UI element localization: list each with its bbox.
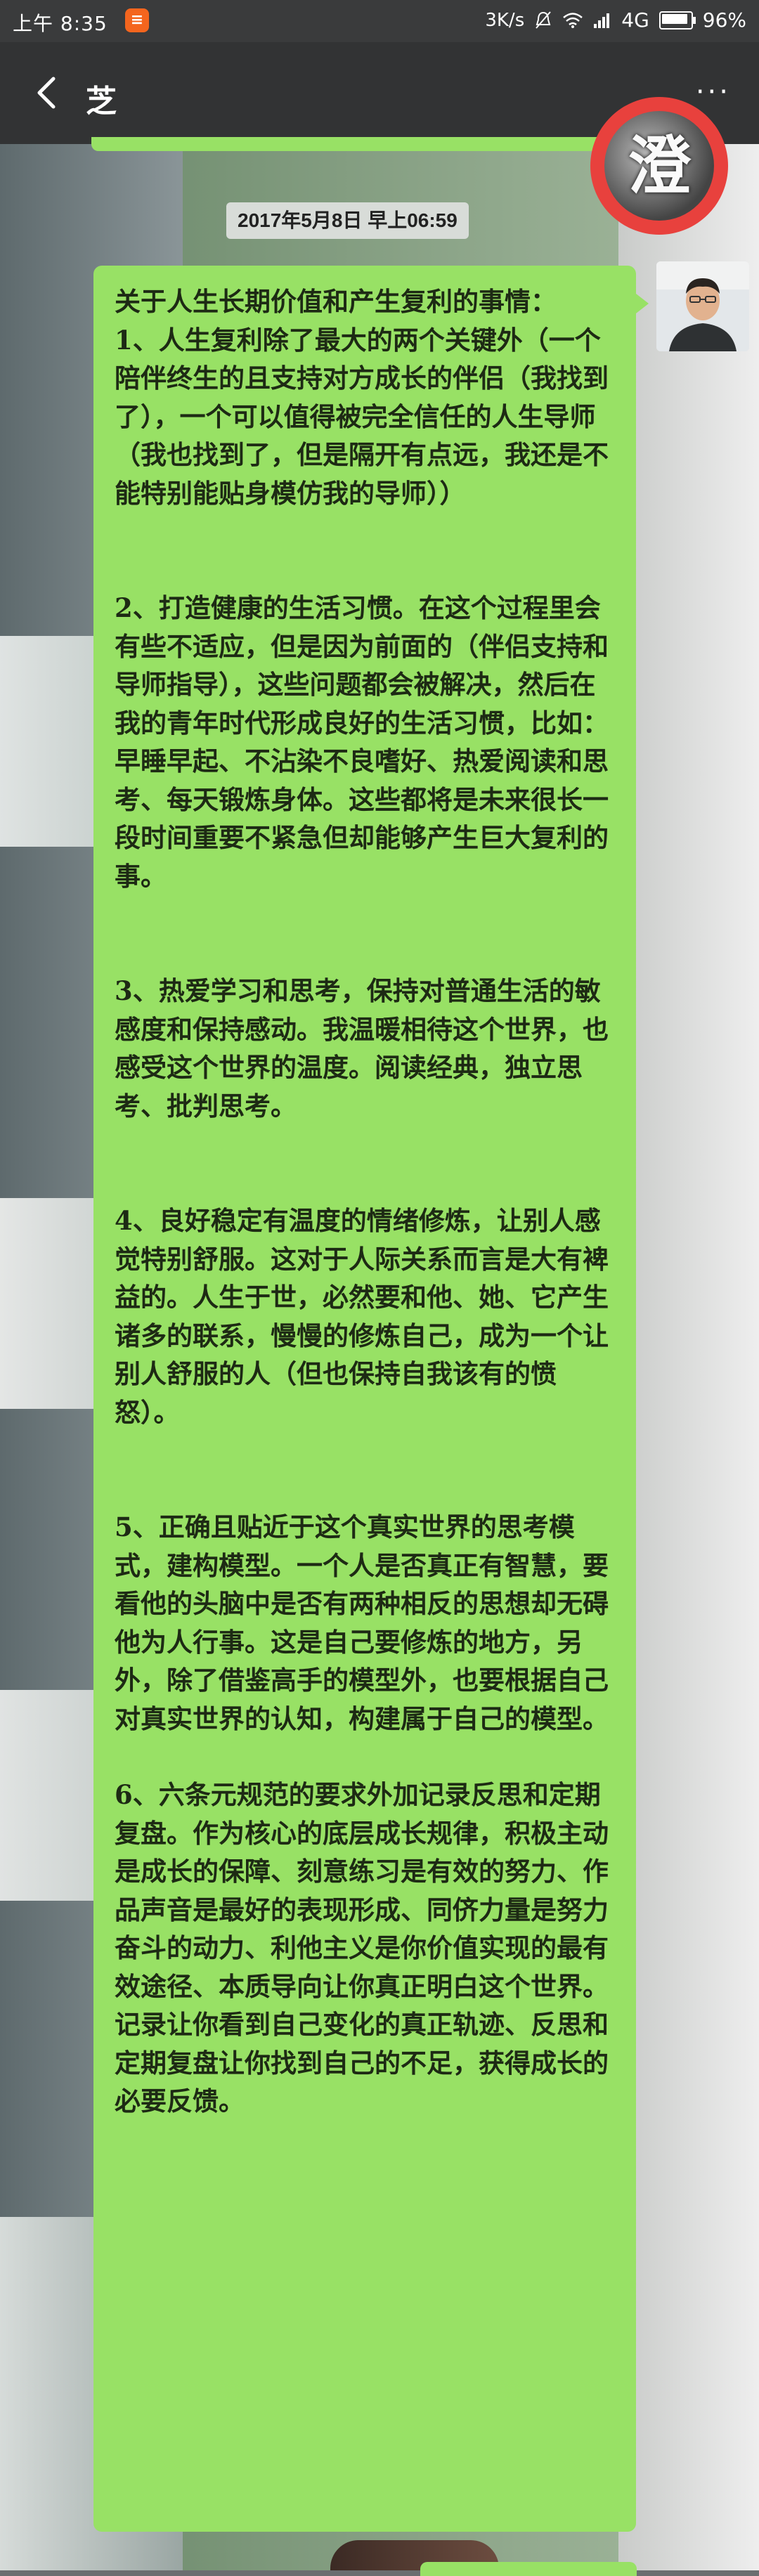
message-point-5: 5、正确且贴近于这个真实世界的思考模式，建构模型。一个人是否真正有智慧，要看他的… [115, 1511, 609, 1734]
battery-percent: 96% [702, 8, 746, 32]
person-photo-icon [656, 261, 749, 351]
message-bubble[interactable]: 关于人生长期价值和产生复利的事情： 1、人生复利除了最大的两个关键外（一个陪伴终生… [93, 266, 649, 2532]
sticker-avatar[interactable]: 澄 [590, 97, 728, 235]
signal-icon [594, 13, 610, 28]
mute-bell-icon [536, 11, 552, 29]
next-message-bubble [420, 2562, 637, 2576]
wifi-icon [563, 12, 583, 28]
message-point-2: 2、打造健康的生活习惯。在这个过程里会有些不适应，但是因为前面的（伴侣支持和导师… [115, 592, 609, 892]
sender-avatar[interactable] [656, 261, 749, 351]
message-point-4: 4、良好稳定有温度的情绪修炼，让别人感觉特别舒服。这对于人际关系而言是大有裨益的… [115, 1205, 609, 1428]
sticker-glyph: 澄 [628, 129, 691, 203]
battery-icon [659, 11, 696, 30]
message-point-6: 6、六条元规范的要求外加记录反思和定期复盘。作为核心的底层成长规律，积极主动是成… [115, 1779, 609, 2116]
more-options-icon[interactable]: ··· [696, 76, 731, 108]
chat-title: 芝 [86, 84, 117, 119]
back-arrow-icon[interactable] [27, 72, 69, 114]
message-timestamp: 2017年5月8日 早上06:59 [226, 202, 469, 239]
message-intro: 关于人生长期价值和产生复利的事情： [115, 286, 557, 317]
network-type: 4G [621, 8, 649, 32]
message-point-1: 1、人生复利除了最大的两个关键外（一个陪伴终生的且支持对方成长的伴侣（我找到了）… [115, 324, 609, 509]
message-text: 关于人生长期价值和产生复利的事情： 1、人生复利除了最大的两个关键外（一个陪伴终生… [115, 282, 615, 2121]
status-time: 上午 8:35 [13, 12, 108, 35]
status-bar: 上午 8:35 ≡ 3K/s 4G 96% [0, 0, 759, 42]
previous-message-bubble [91, 137, 632, 151]
status-indicators: 3K/s 4G 96% [485, 8, 746, 32]
network-speed: 3K/s [485, 9, 525, 31]
message-point-3: 3、热爱学习和思考，保持对普通生活的敏感度和保持感动。我温暖相待这个世界，也感受… [115, 975, 609, 1121]
notification-icon: ≡ [125, 8, 149, 32]
